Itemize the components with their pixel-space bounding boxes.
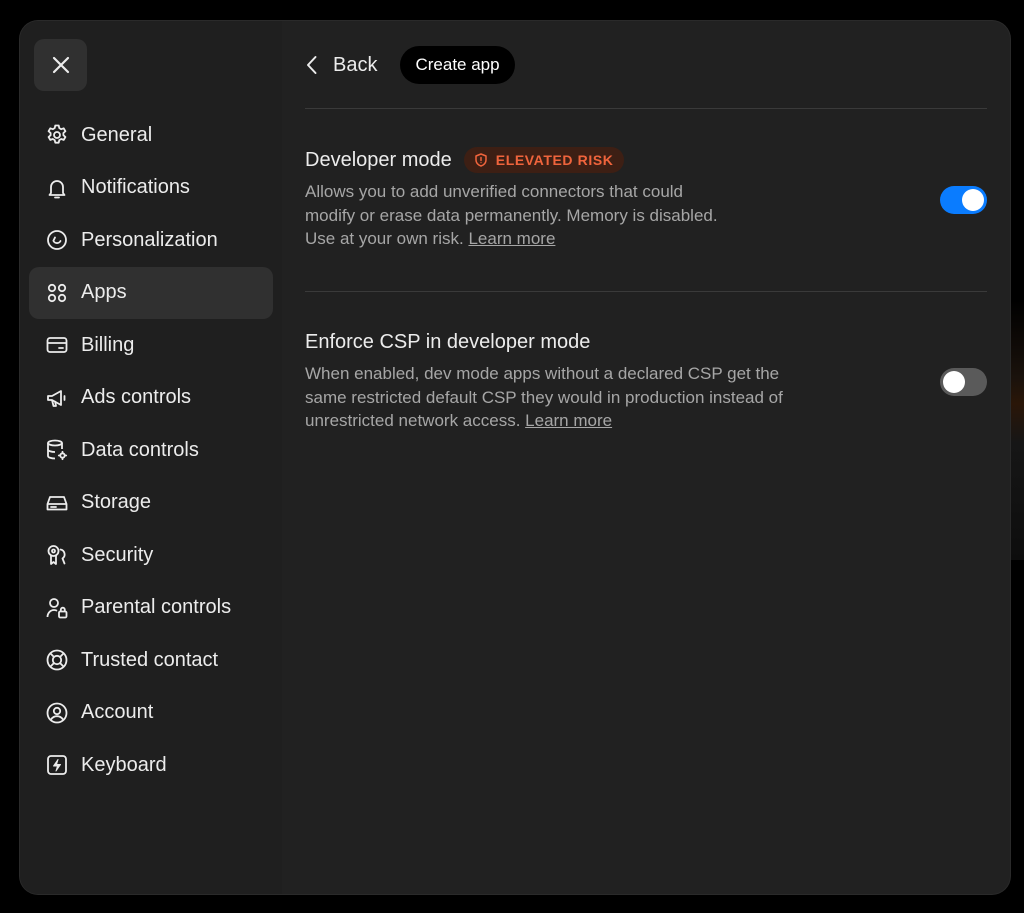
developer-mode-setting: Developer mode ELEVATED RISK Allows you … bbox=[305, 146, 987, 251]
back-button[interactable]: Back bbox=[305, 45, 377, 85]
sidebar-item-personalization[interactable]: Personalization bbox=[29, 214, 273, 266]
settings-sidebar: General Notifications Personalization Ap… bbox=[20, 21, 282, 894]
enforce-csp-toggle[interactable] bbox=[940, 368, 987, 396]
apps-settings-panel: Back Create app Developer mode ELEVATED … bbox=[305, 21, 987, 894]
sidebar-item-storage[interactable]: Storage bbox=[29, 477, 273, 529]
sidebar-item-keyboard[interactable]: Keyboard bbox=[29, 739, 273, 791]
security-key-icon bbox=[45, 543, 69, 567]
sidebar-item-label: Personalization bbox=[81, 228, 218, 251]
sidebar-item-apps[interactable]: Apps bbox=[29, 266, 273, 319]
header-divider bbox=[305, 108, 987, 109]
sidebar-item-label: Notifications bbox=[81, 176, 190, 198]
learn-more-link[interactable]: Learn more bbox=[468, 229, 555, 248]
create-app-button[interactable]: Create app bbox=[400, 46, 515, 84]
enforce-csp-title: Enforce CSP in developer mode bbox=[305, 330, 591, 353]
risk-badge-label: ELEVATED RISK bbox=[495, 152, 614, 168]
toggle-knob bbox=[962, 189, 984, 211]
elevated-risk-badge: ELEVATED RISK bbox=[463, 147, 624, 173]
sidebar-item-label: Billing bbox=[81, 333, 135, 356]
account-icon bbox=[45, 701, 69, 725]
back-label: Back bbox=[333, 53, 378, 76]
developer-mode-title: Developer mode bbox=[305, 148, 452, 171]
storage-drive-icon bbox=[45, 491, 69, 515]
sidebar-item-security[interactable]: Security bbox=[29, 529, 273, 581]
keyboard-bolt-icon bbox=[45, 753, 69, 777]
personalization-icon bbox=[45, 228, 69, 252]
sidebar-item-label: Account bbox=[81, 701, 154, 723]
sidebar-item-label: Ads controls bbox=[81, 386, 192, 408]
settings-nav: General Notifications Personalization Ap… bbox=[29, 109, 273, 792]
enforce-csp-setting: Enforce CSP in developer mode When enabl… bbox=[305, 328, 987, 433]
developer-mode-description: Allows you to add unverified connectors … bbox=[305, 180, 725, 251]
sidebar-item-label: Security bbox=[81, 543, 154, 566]
credit-card-icon bbox=[45, 333, 69, 357]
sidebar-item-ads-controls[interactable]: Ads controls bbox=[29, 372, 273, 424]
sidebar-item-trusted-contact[interactable]: Trusted contact bbox=[29, 634, 273, 686]
toggle-knob bbox=[943, 371, 965, 393]
database-gear-icon bbox=[45, 438, 69, 462]
sidebar-item-account[interactable]: Account bbox=[29, 687, 273, 739]
sidebar-item-label: Data controls bbox=[81, 438, 199, 461]
learn-more-link[interactable]: Learn more bbox=[525, 411, 612, 430]
sidebar-item-label: Apps bbox=[81, 281, 127, 303]
sidebar-item-label: Trusted contact bbox=[81, 648, 219, 671]
section-divider bbox=[305, 291, 987, 292]
sidebar-item-label: Storage bbox=[81, 491, 152, 513]
sidebar-item-label: Parental controls bbox=[81, 596, 232, 618]
close-button[interactable] bbox=[34, 39, 87, 91]
gear-icon bbox=[45, 123, 69, 147]
sidebar-item-label: General bbox=[81, 123, 153, 146]
sidebar-item-billing[interactable]: Billing bbox=[29, 319, 273, 371]
panel-header: Back Create app bbox=[305, 45, 987, 85]
enforce-csp-description: When enabled, dev mode apps without a de… bbox=[305, 362, 805, 433]
close-icon bbox=[51, 55, 71, 75]
sidebar-item-notifications[interactable]: Notifications bbox=[29, 162, 273, 214]
developer-mode-toggle[interactable] bbox=[940, 186, 987, 214]
bell-icon bbox=[45, 176, 69, 200]
settings-dialog: General Notifications Personalization Ap… bbox=[20, 21, 1010, 894]
parental-lock-icon bbox=[45, 596, 69, 620]
sidebar-item-label: Keyboard bbox=[81, 753, 167, 776]
lifebuoy-icon bbox=[45, 648, 69, 672]
apps-grid-icon bbox=[45, 281, 69, 305]
sidebar-item-parental-controls[interactable]: Parental controls bbox=[29, 582, 273, 634]
sidebar-item-data-controls[interactable]: Data controls bbox=[29, 424, 273, 476]
warning-shield-icon bbox=[474, 153, 488, 167]
chevron-left-icon bbox=[305, 54, 319, 76]
megaphone-icon bbox=[45, 386, 69, 410]
sidebar-item-general[interactable]: General bbox=[29, 109, 273, 161]
